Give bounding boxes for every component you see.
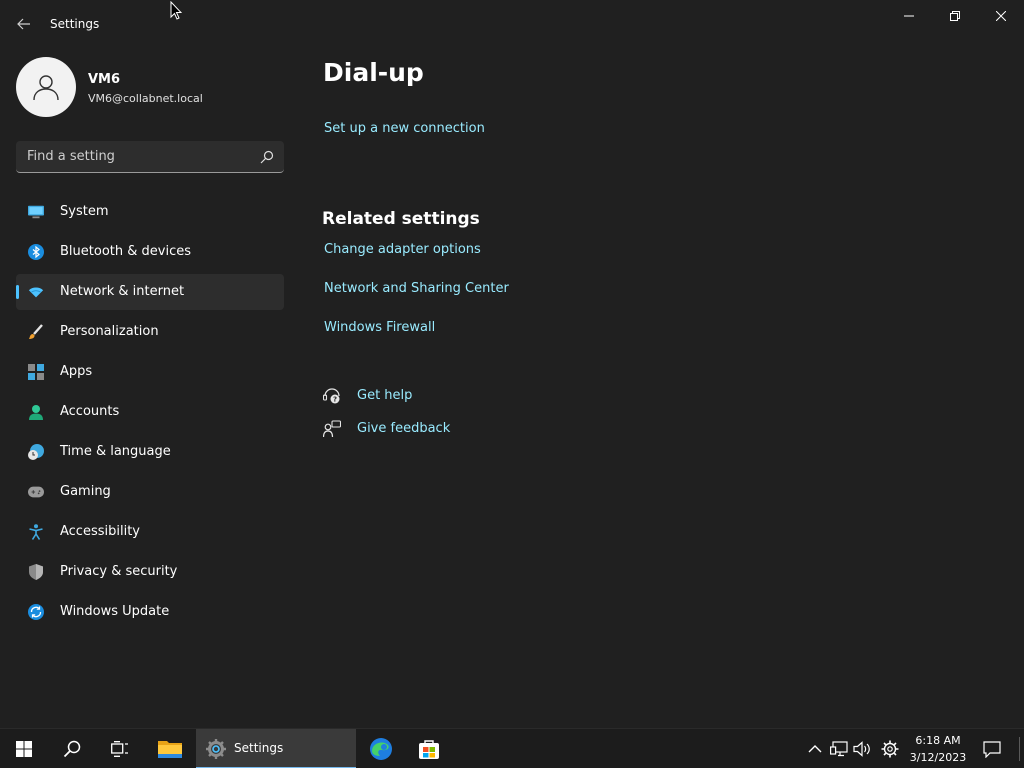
profile-name: VM6 [88,72,121,87]
notification-icon [983,740,1001,758]
user-profile[interactable]: VM6 VM6@collabnet.local [16,57,286,117]
user-icon [33,75,59,101]
title-bar: Settings [0,0,1024,48]
sidebar-item-gaming[interactable]: Gaming [16,474,284,510]
task-view-icon [111,741,128,757]
sidebar-item-label: Privacy & security [60,564,178,579]
brush-icon [28,324,44,340]
show-hidden-icons-button[interactable] [805,739,825,759]
change-adapter-options-link[interactable]: Change adapter options [324,242,481,257]
task-view-button[interactable] [100,729,140,768]
search-box [16,141,284,173]
apps-icon [28,364,44,380]
network-icon [830,741,848,757]
sidebar-item-label: Network & internet [60,284,185,299]
sidebar-item-system[interactable]: System [16,194,284,230]
sidebar-item-label: Accounts [60,404,120,419]
mouse-cursor-icon [170,1,182,20]
taskbar-search-button[interactable] [52,729,92,768]
give-feedback-icon [323,420,341,438]
page-title: Dial-up [323,58,424,87]
network-sharing-center-link[interactable]: Network and Sharing Center [324,281,509,296]
sidebar-item-label: Gaming [60,484,111,499]
get-help-link[interactable]: Get help [357,388,412,403]
sidebar-item-time-language[interactable]: Time & language [16,434,284,470]
search-icon [63,740,81,758]
store-button[interactable] [409,729,449,768]
taskbar-clock[interactable]: 6:18 AM 3/12/2023 [900,732,976,766]
sidebar-item-accounts[interactable]: Accounts [16,394,284,430]
taskbar-settings-label: Settings [234,741,284,755]
sidebar-item-personalization[interactable]: Personalization [16,314,284,350]
give-feedback-link[interactable]: Give feedback [357,421,450,436]
sidebar-item-network[interactable]: Network & internet [16,274,284,310]
clock-date: 3/12/2023 [909,751,967,764]
sidebar-item-label: Windows Update [60,604,170,619]
bluetooth-icon [28,244,44,260]
monitor-icon [28,204,44,220]
restore-button[interactable] [932,0,978,32]
taskbar: Settings 6:18 AM 3/12/2023 [0,728,1024,768]
gamepad-icon [28,484,44,500]
sidebar-item-windows-update[interactable]: Windows Update [16,594,284,630]
windows-firewall-link[interactable]: Windows Firewall [324,320,435,335]
speaker-icon [853,741,870,757]
chevron-up-icon [808,745,822,753]
settings-tray-button[interactable] [880,739,900,759]
shield-icon [28,564,44,580]
windows-logo-icon [16,741,32,757]
clock-globe-icon [28,444,44,460]
sidebar-item-label: Time & language [60,444,171,459]
sidebar-item-apps[interactable]: Apps [16,354,284,390]
avatar [16,57,76,117]
taskbar-settings-app[interactable]: Settings [196,729,356,768]
back-button[interactable] [12,12,36,36]
app-title: Settings [50,17,100,31]
person-icon [28,404,44,420]
related-settings-title: Related settings [322,209,480,229]
sidebar-item-privacy-security[interactable]: Privacy & security [16,554,284,590]
start-button[interactable] [4,729,44,768]
sidebar-nav: System Bluetooth & devices Network & int… [16,194,284,634]
file-explorer-button[interactable] [150,729,190,768]
sidebar-item-label: Personalization [60,324,159,339]
search-input[interactable] [16,141,252,172]
edge-browser-icon [370,738,392,760]
notifications-button[interactable] [982,739,1002,759]
accessibility-icon [28,524,44,540]
get-help-icon: ? [323,387,341,405]
sidebar-item-label: Accessibility [60,524,140,539]
store-icon [419,740,439,759]
svg-text:?: ? [333,396,337,404]
profile-email: VM6@collabnet.local [88,92,203,105]
edge-button[interactable] [361,729,401,768]
close-button[interactable] [978,0,1024,32]
close-icon [996,11,1006,21]
gear-icon [881,740,899,758]
sidebar-item-bluetooth[interactable]: Bluetooth & devices [16,234,284,270]
update-icon [28,604,44,620]
setup-new-connection-link[interactable]: Set up a new connection [324,121,485,136]
show-desktop-divider[interactable] [1019,737,1020,761]
sidebar-item-label: Apps [60,364,93,379]
sidebar-item-accessibility[interactable]: Accessibility [16,514,284,550]
arrow-left-icon [17,18,30,30]
network-tray-button[interactable] [829,739,849,759]
minimize-icon [904,15,914,17]
minimize-button[interactable] [886,0,932,32]
wifi-icon [28,284,44,300]
settings-gear-icon [206,739,226,759]
restore-icon [950,11,960,21]
search-button[interactable] [258,148,276,166]
sidebar-item-label: Bluetooth & devices [60,244,191,259]
clock-time: 6:18 AM [915,734,961,747]
search-icon [260,150,274,164]
folder-icon [158,741,182,758]
volume-tray-button[interactable] [852,739,872,759]
sidebar-item-label: System [60,204,109,219]
